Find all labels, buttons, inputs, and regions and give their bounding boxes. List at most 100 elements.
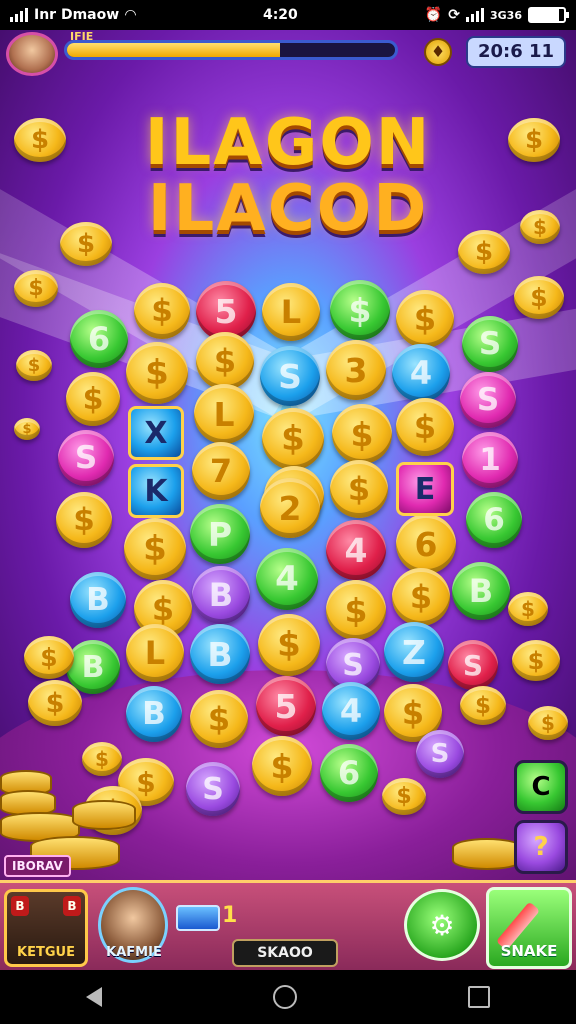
coin-gold[interactable]: $ (396, 398, 454, 456)
chat-button[interactable]: ⚙ (404, 889, 480, 961)
coin-gold[interactable]: $ (126, 342, 188, 404)
coin-gold[interactable]: $ (262, 408, 324, 470)
coin-gold[interactable]: $ (252, 736, 312, 796)
refresh-icon: C (531, 772, 551, 802)
coin-gold[interactable]: $ (392, 568, 450, 626)
coin-blue[interactable]: S (260, 346, 320, 406)
coin-gold[interactable]: 3 (326, 340, 386, 400)
coin-green[interactable]: P (190, 504, 250, 564)
coin-gold[interactable]: $ (326, 580, 386, 640)
coin-gold[interactable]: $ (196, 332, 254, 390)
letter-tile[interactable]: E (396, 462, 454, 516)
badge-left: B (11, 896, 29, 916)
level-progress-bar (64, 40, 398, 60)
coin-green[interactable]: S (462, 316, 518, 372)
coin-gold[interactable]: $ (134, 283, 190, 339)
coin-blue[interactable]: B (190, 624, 250, 684)
gamepad-icon: ⚙ (429, 908, 455, 942)
floating-coin: $ (16, 350, 52, 381)
companion-label: KAFMIE (106, 945, 162, 960)
coin-blue[interactable]: B (70, 572, 126, 628)
home-icon[interactable] (272, 985, 297, 1009)
shake-label: SNAKE (500, 942, 558, 960)
coin-pink[interactable]: S (58, 430, 114, 486)
coin-purple[interactable]: B (192, 566, 250, 624)
floating-coin: $ (520, 210, 560, 244)
floating-coin: $ (14, 118, 66, 162)
coin-gold[interactable]: $ (330, 460, 388, 518)
letter-tile[interactable]: K (128, 464, 184, 518)
floating-coin: $ (458, 230, 510, 274)
center-button[interactable]: SKAOO (232, 939, 338, 967)
back-icon[interactable] (85, 987, 102, 1007)
navigation-bar (0, 970, 576, 1024)
coin-purple[interactable]: S (416, 730, 464, 778)
refresh-button[interactable]: C (514, 760, 568, 814)
coin-pink[interactable]: S (460, 372, 516, 428)
floating-coin: $ (14, 270, 58, 307)
floating-coin: $ (460, 686, 506, 725)
coin-gold[interactable]: $ (332, 404, 392, 464)
alarm-icon: ⏰ (424, 7, 443, 23)
coin-red[interactable]: S (448, 640, 498, 690)
coin-pink[interactable]: 1 (462, 432, 518, 488)
coin-gold[interactable]: $ (190, 690, 248, 748)
signal-icon (10, 8, 28, 22)
floating-coin: $ (82, 742, 122, 776)
shake-button[interactable]: SNAKE (486, 887, 572, 969)
coin-gold[interactable]: $ (66, 372, 120, 426)
hint-button[interactable]: ? (514, 820, 568, 874)
floating-coin: $ (14, 418, 40, 440)
energy-icon[interactable]: ♦ (424, 38, 452, 66)
coin-blue[interactable]: 4 (392, 344, 450, 402)
floating-coin: $ (382, 778, 426, 815)
level-progress-fill (67, 43, 281, 57)
coin-pile (72, 800, 136, 830)
coin-red[interactable]: 5 (256, 676, 316, 736)
combo-label: IBORAV (4, 855, 71, 877)
coin-gold[interactable]: $ (56, 492, 112, 548)
coin-green[interactable]: 6 (70, 310, 128, 368)
status-bar: Inr Dmaow ◠ 4:20 ⏰ ⟳ 3G36 (0, 0, 576, 30)
floating-coin: $ (24, 636, 74, 679)
title-line-1: ILAGON (144, 106, 432, 180)
wifi-icon: ◠ (125, 7, 136, 23)
coin-gold[interactable]: $ (258, 614, 320, 676)
top-hud: IFIE ♦ 20:6 11 (0, 30, 576, 76)
status-left: Inr Dmaow ◠ (10, 7, 136, 23)
floating-coin: $ (28, 680, 82, 726)
coin-blue[interactable]: Z (384, 622, 444, 682)
coin-gold[interactable]: L (194, 384, 254, 444)
floating-coin: $ (512, 640, 560, 681)
coin-blue[interactable]: B (126, 686, 182, 742)
coin-blue[interactable]: 4 (322, 682, 380, 740)
character-card[interactable]: B B KETGUE (4, 889, 88, 967)
network-text: 3G36 (489, 8, 522, 22)
badge-right: B (63, 896, 81, 916)
floating-coin: $ (528, 706, 568, 740)
coin-gold[interactable]: 6 (396, 514, 456, 574)
hint-icon: ? (533, 832, 549, 862)
coin-pile (452, 838, 522, 870)
coin-gold[interactable]: 2 (260, 478, 320, 538)
letter-tile[interactable]: X (128, 406, 184, 460)
coin-purple[interactable]: S (186, 762, 240, 816)
coin-green[interactable]: $ (330, 280, 390, 340)
floating-coin: $ (508, 592, 548, 626)
character-card-label: KETGUE (17, 945, 75, 960)
coin-gold[interactable]: 7 (192, 442, 250, 500)
bottom-hud: B B KETGUE KAFMIE 1 SKAOO ⚙ SNAKE (0, 880, 576, 970)
coin-green[interactable]: B (452, 562, 510, 620)
coin-red[interactable]: 4 (326, 520, 386, 580)
floating-coin: $ (60, 222, 112, 266)
coin-gold[interactable]: L (262, 283, 320, 341)
coin-gold[interactable]: $ (396, 290, 454, 348)
coin-green[interactable]: 4 (256, 548, 318, 610)
recent-apps-icon[interactable] (468, 986, 491, 1008)
coin-green[interactable]: 6 (466, 492, 522, 548)
coin-gold[interactable]: L (126, 624, 184, 682)
player-avatar[interactable] (6, 32, 58, 76)
coin-green[interactable]: 6 (320, 744, 378, 802)
card-icon (176, 905, 220, 931)
coin-gold[interactable]: $ (124, 518, 186, 580)
